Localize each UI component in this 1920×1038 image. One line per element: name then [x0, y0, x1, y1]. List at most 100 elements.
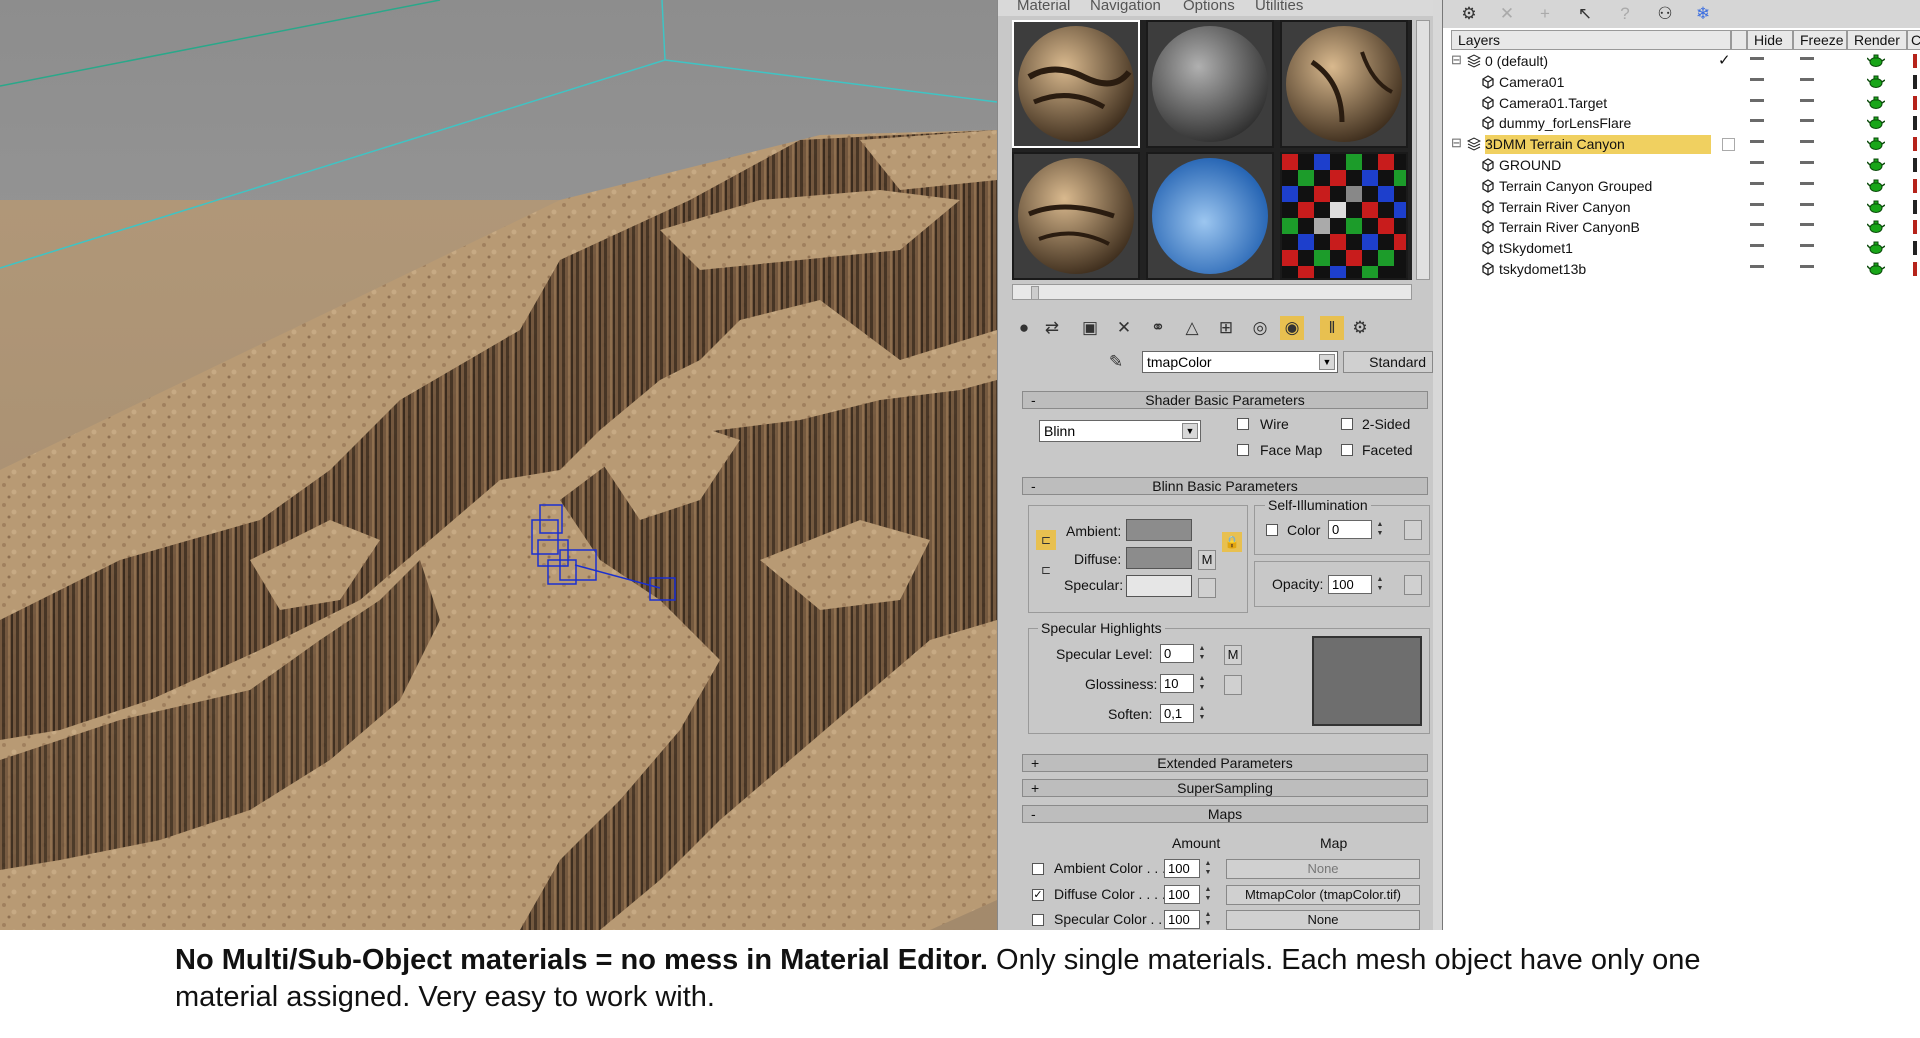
- object-row[interactable]: Terrain River Canyon: [1443, 197, 1920, 218]
- diffuse-map-checkbox[interactable]: ✓: [1032, 889, 1044, 901]
- put-to-library-icon[interactable]: △: [1180, 316, 1204, 340]
- rollout-blinn-basic[interactable]: - Blinn Basic Parameters: [1022, 477, 1428, 495]
- hide-column-header[interactable]: Hide: [1747, 30, 1793, 50]
- glossiness-spinner[interactable]: 10: [1160, 674, 1194, 693]
- ambient-map-amount[interactable]: 100: [1164, 859, 1200, 878]
- self-illum-spinner-arrows[interactable]: ▲ ▼: [1374, 520, 1386, 539]
- sample-slot-2[interactable]: [1146, 20, 1274, 148]
- render-teapot-icon[interactable]: [1867, 54, 1885, 67]
- delete-layer-icon[interactable]: ✕: [1495, 2, 1519, 26]
- layer-color-swatch[interactable]: [1913, 220, 1917, 235]
- hide-unhide-all-icon[interactable]: ⚇: [1653, 2, 1677, 26]
- hide-toggle[interactable]: [1750, 140, 1764, 144]
- glossiness-map-button[interactable]: [1224, 675, 1242, 695]
- object-row[interactable]: Camera01: [1443, 72, 1920, 93]
- specular-color-swatch[interactable]: [1126, 575, 1192, 597]
- specular-level-map-button[interactable]: M: [1224, 645, 1242, 665]
- effects-channel-icon[interactable]: ◎: [1248, 316, 1272, 340]
- panel-divider[interactable]: [1433, 0, 1442, 930]
- opacity-map-button[interactable]: [1404, 575, 1422, 595]
- layer-color-swatch[interactable]: [1913, 262, 1917, 276]
- specular-map-slot-button[interactable]: None: [1226, 910, 1420, 930]
- object-row[interactable]: GROUND: [1443, 155, 1920, 176]
- hide-toggle[interactable]: [1750, 181, 1764, 185]
- pick-material-eyedropper-icon[interactable]: ✎: [1104, 350, 1128, 374]
- layer-color-swatch[interactable]: [1913, 178, 1917, 193]
- render-teapot-icon[interactable]: [1867, 241, 1885, 255]
- specular-level-spinner-arrows[interactable]: ▲ ▼: [1196, 644, 1208, 663]
- help-icon[interactable]: ?: [1613, 2, 1637, 26]
- layer-color-swatch[interactable]: [1913, 95, 1917, 110]
- go-to-parent-icon[interactable]: ⚙: [1348, 316, 1372, 340]
- hide-toggle[interactable]: [1750, 244, 1764, 248]
- render-teapot-icon[interactable]: [1867, 158, 1885, 171]
- object-row[interactable]: Terrain Canyon Grouped: [1443, 176, 1920, 197]
- menu-navigation[interactable]: Navigation: [1090, 0, 1161, 14]
- collapse-icon[interactable]: ⊟: [1451, 52, 1462, 68]
- render-teapot-icon[interactable]: [1867, 116, 1885, 130]
- ambient-color-swatch[interactable]: [1126, 519, 1192, 541]
- faceted-checkbox[interactable]: [1341, 444, 1353, 456]
- glossiness-spinner-arrows[interactable]: ▲ ▼: [1196, 674, 1208, 693]
- rollout-supersampling[interactable]: + SuperSampling: [1022, 779, 1428, 797]
- create-layer-icon[interactable]: ⚙: [1457, 2, 1481, 26]
- diffuse-map-amount[interactable]: 100: [1164, 885, 1200, 904]
- diffuse-map-slot-button[interactable]: MtmapColor (tmapColor.tif): [1226, 885, 1420, 905]
- show-end-result-icon[interactable]: ‖: [1320, 316, 1344, 340]
- specular-level-spinner[interactable]: 0: [1160, 644, 1194, 663]
- render-teapot-icon[interactable]: [1867, 75, 1885, 88]
- freeze-toggle[interactable]: [1800, 181, 1814, 185]
- two-sided-checkbox[interactable]: [1341, 418, 1353, 430]
- specular-map-amount[interactable]: 100: [1164, 910, 1200, 929]
- freeze-toggle[interactable]: [1800, 265, 1814, 268]
- freeze-toggle[interactable]: [1800, 223, 1814, 227]
- collapse-icon[interactable]: ⊟: [1451, 135, 1462, 151]
- hide-toggle[interactable]: [1750, 77, 1764, 81]
- opacity-spinner[interactable]: 100: [1328, 575, 1372, 594]
- get-material-icon[interactable]: ●: [1012, 316, 1036, 340]
- specular-map-checkbox[interactable]: [1032, 914, 1044, 926]
- lock-diffuse-specular-icon[interactable]: ⊏: [1036, 560, 1056, 580]
- diffuse-color-swatch[interactable]: [1126, 547, 1192, 569]
- object-row[interactable]: tskydomet13b: [1443, 259, 1920, 280]
- freeze-toggle[interactable]: [1800, 140, 1814, 144]
- render-teapot-icon[interactable]: [1867, 262, 1885, 275]
- specular-map-button[interactable]: [1198, 578, 1216, 598]
- sample-slot-1[interactable]: [1012, 20, 1140, 148]
- ambient-map-button[interactable]: None: [1226, 859, 1420, 879]
- self-illum-map-button[interactable]: [1404, 520, 1422, 540]
- freeze-all-icon[interactable]: ❄: [1691, 2, 1715, 26]
- diffuse-map-button[interactable]: M: [1198, 550, 1216, 570]
- render-teapot-icon[interactable]: [1867, 137, 1885, 151]
- sample-slot-5[interactable]: [1146, 152, 1274, 280]
- layer-row[interactable]: ⊟ 3DMM Terrain Canyon: [1443, 134, 1920, 155]
- hide-toggle[interactable]: [1750, 202, 1764, 206]
- diffuse-map-amount-arrows[interactable]: ▲ ▼: [1202, 885, 1214, 904]
- layer-color-swatch[interactable]: [1913, 158, 1917, 172]
- menu-options[interactable]: Options: [1183, 0, 1235, 14]
- slot-horizontal-scrollbar[interactable]: [1012, 284, 1412, 300]
- self-illum-color-checkbox[interactable]: [1266, 524, 1278, 536]
- wire-checkbox[interactable]: [1237, 418, 1249, 430]
- 3d-viewport[interactable]: [0, 0, 997, 930]
- render-teapot-icon[interactable]: [1867, 179, 1885, 192]
- freeze-toggle[interactable]: [1800, 77, 1814, 81]
- hide-toggle[interactable]: [1750, 119, 1764, 123]
- slot-vertical-scrollbar[interactable]: [1416, 20, 1430, 280]
- make-current-box[interactable]: [1722, 138, 1735, 152]
- ambient-map-amount-arrows[interactable]: ▲ ▼: [1202, 859, 1214, 878]
- render-teapot-icon[interactable]: [1867, 96, 1885, 109]
- freeze-column-header[interactable]: Freeze: [1793, 30, 1847, 50]
- face-map-checkbox[interactable]: [1237, 444, 1249, 456]
- freeze-toggle[interactable]: [1800, 57, 1814, 60]
- layer-color-swatch[interactable]: [1913, 74, 1917, 89]
- rollout-shader-basic[interactable]: - Shader Basic Parameters: [1022, 391, 1428, 409]
- sample-slot-4[interactable]: [1012, 152, 1140, 280]
- hide-toggle[interactable]: [1750, 223, 1764, 227]
- layers-column-header[interactable]: Layers: [1451, 30, 1731, 50]
- ambient-map-checkbox[interactable]: [1032, 863, 1044, 875]
- specular-map-amount-arrows[interactable]: ▲ ▼: [1202, 910, 1214, 929]
- material-effects-icon[interactable]: ⊞: [1214, 316, 1238, 340]
- delete-material-icon[interactable]: ✕: [1112, 316, 1136, 340]
- object-row[interactable]: Terrain River CanyonB: [1443, 217, 1920, 238]
